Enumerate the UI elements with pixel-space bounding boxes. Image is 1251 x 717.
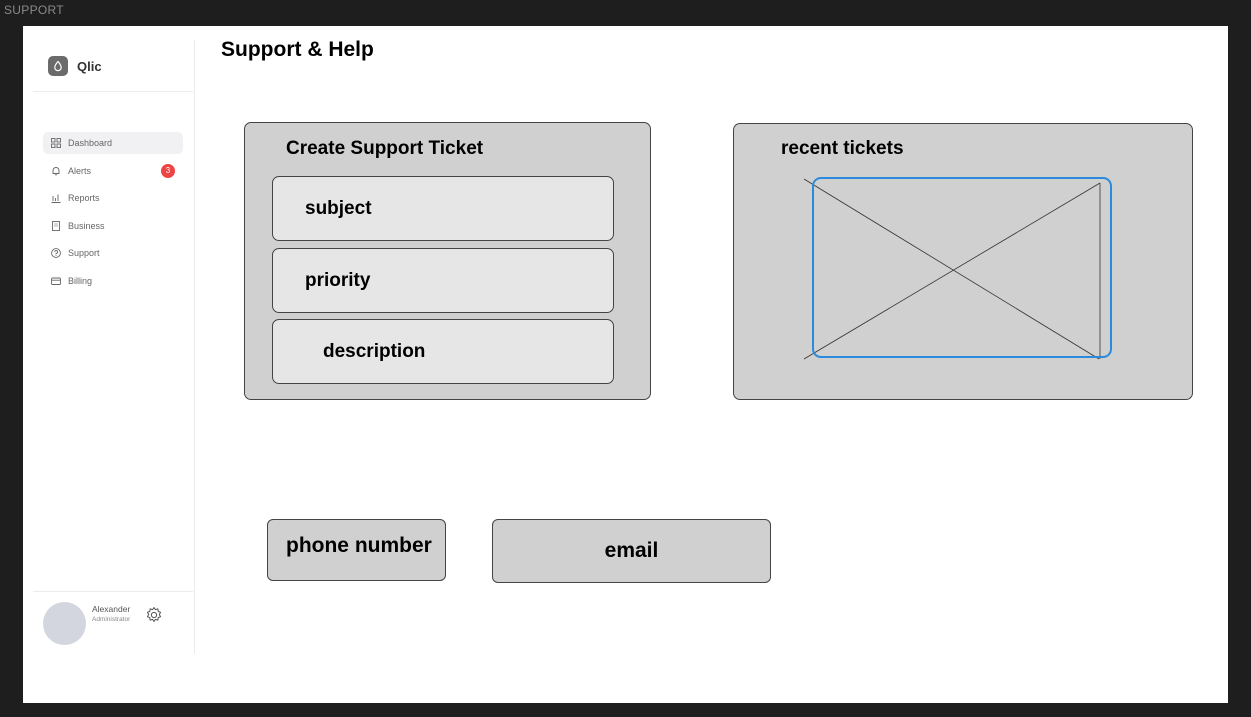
app-window: Qlic Dashboard Alerts 3 Reports Business…	[23, 26, 1228, 703]
sidebar-item-label: Alerts	[68, 165, 92, 176]
sidebar-item-support[interactable]: Support	[43, 242, 183, 264]
priority-field[interactable]: priority	[272, 248, 614, 313]
recent-tickets-panel: recent tickets	[733, 123, 1193, 400]
user-role: Administrator	[92, 616, 131, 623]
grid-icon	[51, 138, 61, 148]
sidebar-item-label: Business	[68, 220, 105, 231]
sidebar-item-business[interactable]: Business	[43, 215, 183, 237]
alerts-count-badge: 3	[161, 163, 175, 178]
bar-chart-icon	[51, 193, 61, 203]
subject-field[interactable]: subject	[272, 176, 614, 241]
sidebar-item-reports[interactable]: Reports	[43, 187, 183, 209]
sidebar-item-label: Support	[68, 248, 100, 258]
sidebar-item-alerts[interactable]: Alerts 3	[43, 160, 183, 182]
avatar[interactable]	[43, 602, 86, 645]
sidebar-nav: Dashboard Alerts 3 Reports Business Supp…	[43, 132, 183, 297]
divider	[33, 591, 193, 592]
description-field[interactable]: description	[272, 319, 614, 384]
brand[interactable]: Qlic	[48, 56, 102, 76]
sidebar-item-label: Reports	[68, 193, 100, 203]
divider	[33, 91, 193, 92]
sidebar: Qlic Dashboard Alerts 3 Reports Business…	[33, 40, 195, 654]
sidebar-item-label: Billing	[68, 275, 93, 286]
email-button[interactable]: email	[492, 519, 771, 583]
gear-icon[interactable]	[145, 606, 163, 624]
sidebar-item-label: Dashboard	[68, 138, 113, 148]
help-circle-icon	[51, 248, 61, 258]
building-icon	[51, 220, 61, 231]
recent-tickets-title: recent tickets	[781, 138, 904, 159]
description-label: description	[323, 341, 426, 362]
drop-logo-icon	[48, 56, 68, 76]
frame-label: SUPPORT	[4, 3, 64, 17]
priority-label: priority	[305, 270, 371, 291]
create-ticket-title: Create Support Ticket	[286, 138, 484, 159]
sidebar-item-billing[interactable]: Billing	[43, 270, 183, 292]
user-name: Alexander	[92, 604, 131, 614]
page-title: Support & Help	[221, 38, 374, 61]
phone-number-button[interactable]: phone number	[267, 519, 446, 581]
bell-icon	[51, 166, 61, 176]
credit-card-icon	[51, 276, 61, 286]
recent-tickets-list-placeholder[interactable]	[812, 177, 1112, 358]
sidebar-item-dashboard[interactable]: Dashboard	[43, 132, 183, 154]
brand-name: Qlic	[77, 58, 102, 74]
create-ticket-panel: Create Support Ticket subject priority d…	[244, 122, 651, 400]
subject-label: subject	[305, 198, 372, 219]
